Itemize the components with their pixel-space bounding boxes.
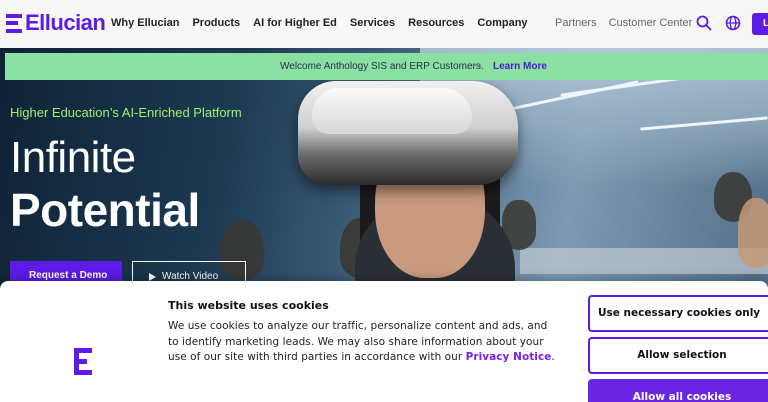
hero-eyebrow: Higher Education’s AI-Enriched Platform [10,105,242,120]
allow-selection-button[interactable]: Allow selection [588,337,768,374]
classroom-desk [520,248,768,274]
login-button[interactable]: L [752,13,768,35]
main-nav: Why Ellucian Products AI for Higher Ed S… [111,17,541,29]
site-header: Ellucian Why Ellucian Products AI for Hi… [0,0,768,48]
utility-nav: Partners Customer Center [555,17,704,29]
banner-learn-more-link[interactable]: Learn More [493,61,547,72]
cookie-title: This website uses cookies [168,299,329,312]
hero-title-line1: Infinite [10,133,136,182]
cookie-consent-panel: This website uses cookies We use cookies… [0,281,768,402]
nav-item-products[interactable]: Products [192,17,240,29]
nav-item-resources[interactable]: Resources [408,17,464,29]
nav-item-ai-for-higher-ed[interactable]: AI for Higher Ed [253,17,337,29]
play-icon [149,273,156,281]
ellucian-logo[interactable]: Ellucian [6,10,106,35]
nav-item-why-ellucian[interactable]: Why Ellucian [111,17,179,29]
hero-title-line2: Potential [10,184,200,236]
background-student [738,198,768,268]
nav-item-company[interactable]: Company [477,17,527,29]
vr-headset-front [312,88,472,134]
allow-all-cookies-button[interactable]: Allow all cookies [588,379,768,402]
ellucian-logo-icon [74,348,92,375]
nav-link-partners[interactable]: Partners [555,17,597,29]
banner-text: Welcome Anthology SIS and ERP Customers. [280,61,484,72]
use-necessary-cookies-button[interactable]: Use necessary cookies only [588,295,768,332]
logo-text: Ellucian [25,10,106,35]
nav-link-customer-center[interactable]: Customer Center [609,17,693,29]
search-icon[interactable] [696,15,712,31]
nav-item-services[interactable]: Services [350,17,395,29]
cookie-description: We use cookies to analyze our traffic, p… [168,319,558,366]
cookie-body-end: . [551,351,555,363]
announcement-banner: Welcome Anthology SIS and ERP Customers.… [5,53,768,80]
banner-divider [472,65,481,66]
ellucian-logo-mark-icon [6,13,22,33]
globe-icon[interactable] [725,15,741,31]
privacy-notice-link[interactable]: Privacy Notice [466,351,552,363]
